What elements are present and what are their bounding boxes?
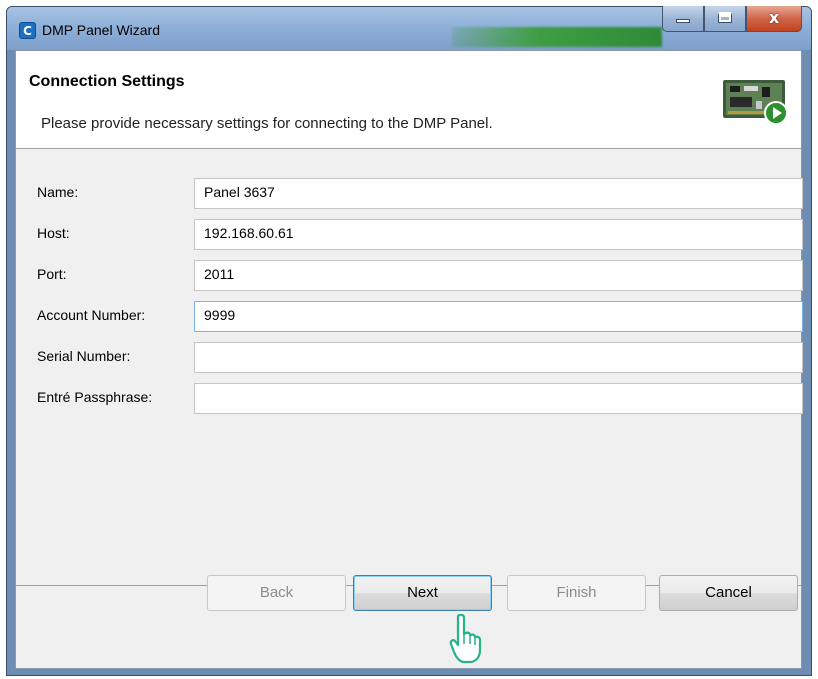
- wizard-client-area: Connection Settings Please provide neces…: [15, 50, 803, 669]
- serial-number-label: Serial Number:: [37, 348, 131, 364]
- title-bar[interactable]: C DMP Panel Wizard x: [7, 6, 811, 50]
- maximize-button[interactable]: [704, 6, 746, 32]
- account-number-field[interactable]: 9999: [194, 301, 803, 332]
- page-title: Connection Settings: [29, 73, 185, 90]
- host-label: Host:: [37, 225, 70, 241]
- passphrase-field[interactable]: [194, 383, 803, 414]
- back-button[interactable]: Back: [207, 575, 346, 611]
- passphrase-label: Entré Passphrase:: [37, 389, 153, 405]
- close-button[interactable]: x: [746, 6, 802, 32]
- port-label: Port:: [37, 266, 67, 282]
- finish-button[interactable]: Finish: [507, 575, 646, 611]
- minimize-icon: [676, 19, 690, 23]
- account-number-label: Account Number:: [37, 307, 146, 323]
- circuit-board-icon: [723, 80, 788, 125]
- port-field[interactable]: 2011: [194, 260, 803, 291]
- name-field[interactable]: Panel 3637: [194, 178, 803, 209]
- title-bar-decoration: [452, 27, 662, 47]
- close-icon: x: [768, 8, 780, 27]
- cancel-button[interactable]: Cancel: [659, 575, 798, 611]
- next-button[interactable]: Next: [353, 575, 492, 611]
- minimize-button[interactable]: [662, 6, 704, 32]
- app-icon: C: [19, 22, 36, 39]
- wizard-header: Connection Settings Please provide neces…: [16, 51, 801, 149]
- serial-number-field[interactable]: [194, 342, 803, 373]
- page-description: Please provide necessary settings for co…: [41, 115, 493, 132]
- wizard-window: C DMP Panel Wizard x Connection Settings…: [6, 6, 812, 676]
- host-field[interactable]: 192.168.60.61: [194, 219, 803, 250]
- window-title: DMP Panel Wizard: [42, 22, 161, 38]
- hand-pointer-icon: [449, 614, 482, 664]
- maximize-icon: [718, 12, 732, 23]
- name-label: Name:: [37, 184, 79, 200]
